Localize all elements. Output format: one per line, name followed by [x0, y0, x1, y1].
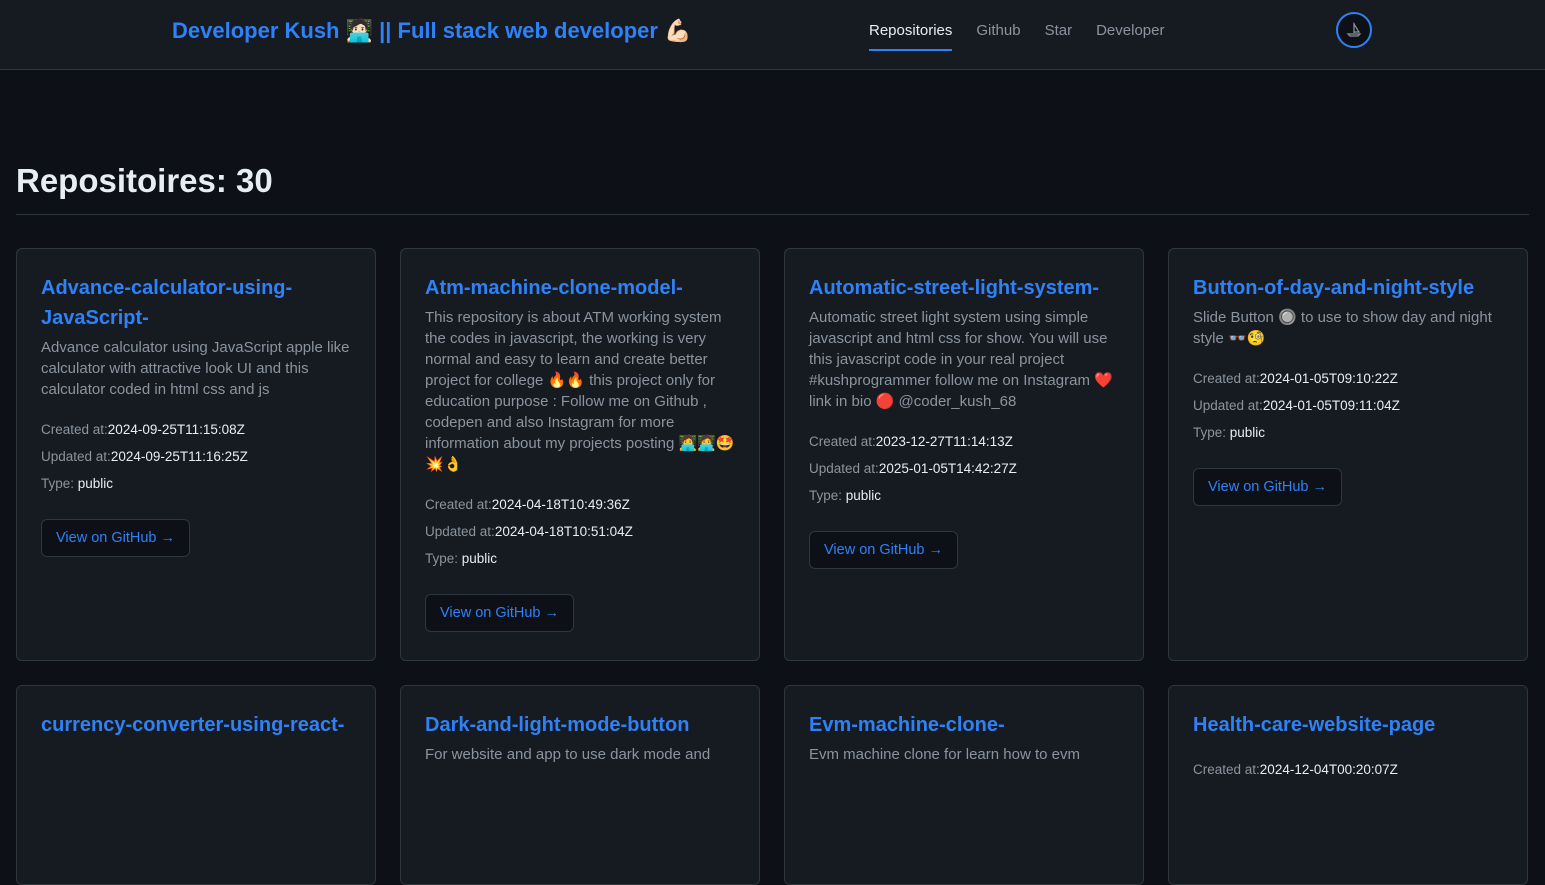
type-row: Type: public — [1193, 419, 1503, 446]
page-title: Repositoires: 30 — [16, 162, 273, 199]
created-label: Created at: — [1193, 762, 1260, 777]
updated-row: Updated at:2024-01-05T09:11:04Z — [1193, 392, 1503, 419]
repo-card: Health-care-website-page Created at:2024-… — [1168, 685, 1528, 885]
type-row: Type: public — [425, 545, 735, 572]
repo-meta: Created at:2024-12-04T00:20:07Z — [1193, 756, 1503, 783]
repo-name-link[interactable]: Health-care-website-page — [1193, 710, 1503, 740]
repo-description: This repository is about ATM working sys… — [425, 309, 735, 473]
updated-value: 2024-01-05T09:11:04Z — [1262, 398, 1400, 413]
created-row: Created at:2024-12-04T00:20:07Z — [1193, 756, 1503, 783]
updated-value: 2025-01-05T14:42:27Z — [878, 461, 1017, 476]
created-value: 2024-09-25T11:15:08Z — [107, 422, 245, 437]
repo-description: Slide Button 🔘 to use to show day and ni… — [1193, 309, 1492, 347]
repo-card: Dark-and-light-mode-button For website an… — [400, 685, 760, 885]
type-label: Type: — [809, 488, 846, 503]
repo-card: currency-converter-using-react- — [16, 685, 376, 885]
repo-meta: Created at:2023-12-27T11:14:13Z Updated a… — [809, 428, 1119, 509]
repo-card: Evm-machine-clone- Evm machine clone for … — [784, 685, 1144, 885]
repo-card: Advance-calculator-using-JavaScript- Adva… — [16, 248, 376, 661]
nav-link-star[interactable]: Star — [1045, 22, 1073, 51]
profile-avatar-button[interactable] — [1336, 12, 1372, 48]
created-row: Created at:2024-01-05T09:10:22Z — [1193, 365, 1503, 392]
nav-links: Repositories Github Star Developer — [869, 22, 1164, 51]
top-navbar: Developer Kush 🧑🏻‍💻 || Full stack web de… — [0, 0, 1545, 70]
repo-grid: Advance-calculator-using-JavaScript- Adva… — [16, 248, 1529, 885]
created-label: Created at: — [1193, 371, 1260, 386]
repo-description: Advance calculator using JavaScript appl… — [41, 339, 350, 398]
repo-description: For website and app to use dark mode and — [425, 746, 711, 763]
sailboat-icon — [1346, 21, 1362, 37]
updated-value: 2024-04-18T10:51:04Z — [494, 524, 633, 539]
repo-name-link[interactable]: Evm-machine-clone- — [809, 710, 1119, 740]
created-row: Created at:2023-12-27T11:14:13Z — [809, 428, 1119, 455]
repo-card: Atm-machine-clone-model- This repository … — [400, 248, 760, 661]
nav-link-github[interactable]: Github — [976, 22, 1020, 51]
type-value: public — [461, 551, 498, 566]
repo-meta: Created at:2024-09-25T11:15:08Z Updated a… — [41, 416, 351, 497]
divider — [16, 214, 1529, 215]
view-on-github-button[interactable]: View on GitHub → — [41, 519, 191, 557]
type-row: Type: public — [41, 470, 351, 497]
type-value: public — [845, 488, 882, 503]
view-on-github-button[interactable]: View on GitHub → — [809, 531, 959, 569]
created-value: 2024-12-04T00:20:07Z — [1259, 762, 1398, 777]
view-on-github-button[interactable]: View on GitHub → — [1193, 468, 1343, 506]
repo-card: Button-of-day-and-night-style Slide Butto… — [1168, 248, 1528, 661]
updated-label: Updated at: — [425, 524, 495, 539]
created-value: 2023-12-27T11:14:13Z — [875, 434, 1013, 449]
created-value: 2024-01-05T09:10:22Z — [1259, 371, 1398, 386]
view-on-github-button[interactable]: View on GitHub → — [425, 594, 575, 632]
created-label: Created at: — [809, 434, 876, 449]
brand-title[interactable]: Developer Kush 🧑🏻‍💻 || Full stack web de… — [172, 18, 691, 44]
created-row: Created at:2024-09-25T11:15:08Z — [41, 416, 351, 443]
created-label: Created at: — [41, 422, 108, 437]
type-label: Type: — [1193, 425, 1230, 440]
type-label: Type: — [425, 551, 462, 566]
repo-name-link[interactable]: Automatic-street-light-system- — [809, 273, 1119, 303]
type-row: Type: public — [809, 482, 1119, 509]
type-value: public — [77, 476, 114, 491]
repo-card: Automatic-street-light-system- Automatic … — [784, 248, 1144, 661]
repo-name-link[interactable]: Advance-calculator-using-JavaScript- — [41, 273, 351, 333]
repo-name-link[interactable]: Button-of-day-and-night-style — [1193, 273, 1503, 303]
updated-row: Updated at:2024-09-25T11:16:25Z — [41, 443, 351, 470]
repo-description: Automatic street light system using simp… — [809, 309, 1113, 410]
repo-name-link[interactable]: Atm-machine-clone-model- — [425, 273, 735, 303]
created-label: Created at: — [425, 497, 492, 512]
repo-description: Evm machine clone for learn how to evm — [809, 746, 1080, 763]
repo-meta: Created at:2024-01-05T09:10:22Z Updated a… — [1193, 365, 1503, 446]
updated-row: Updated at:2025-01-05T14:42:27Z — [809, 455, 1119, 482]
updated-label: Updated at: — [1193, 398, 1263, 413]
updated-label: Updated at: — [41, 449, 111, 464]
created-value: 2024-04-18T10:49:36Z — [491, 497, 630, 512]
nav-link-repositories[interactable]: Repositories — [869, 22, 953, 51]
updated-row: Updated at:2024-04-18T10:51:04Z — [425, 518, 735, 545]
repo-name-link[interactable]: currency-converter-using-react- — [41, 710, 351, 740]
type-label: Type: — [41, 476, 78, 491]
repo-name-link[interactable]: Dark-and-light-mode-button — [425, 710, 735, 740]
created-row: Created at:2024-04-18T10:49:36Z — [425, 491, 735, 518]
nav-link-developer[interactable]: Developer — [1096, 22, 1164, 51]
updated-value: 2024-09-25T11:16:25Z — [110, 449, 248, 464]
repo-meta: Created at:2024-04-18T10:49:36Z Updated a… — [425, 491, 735, 572]
type-value: public — [1229, 425, 1266, 440]
updated-label: Updated at: — [809, 461, 879, 476]
